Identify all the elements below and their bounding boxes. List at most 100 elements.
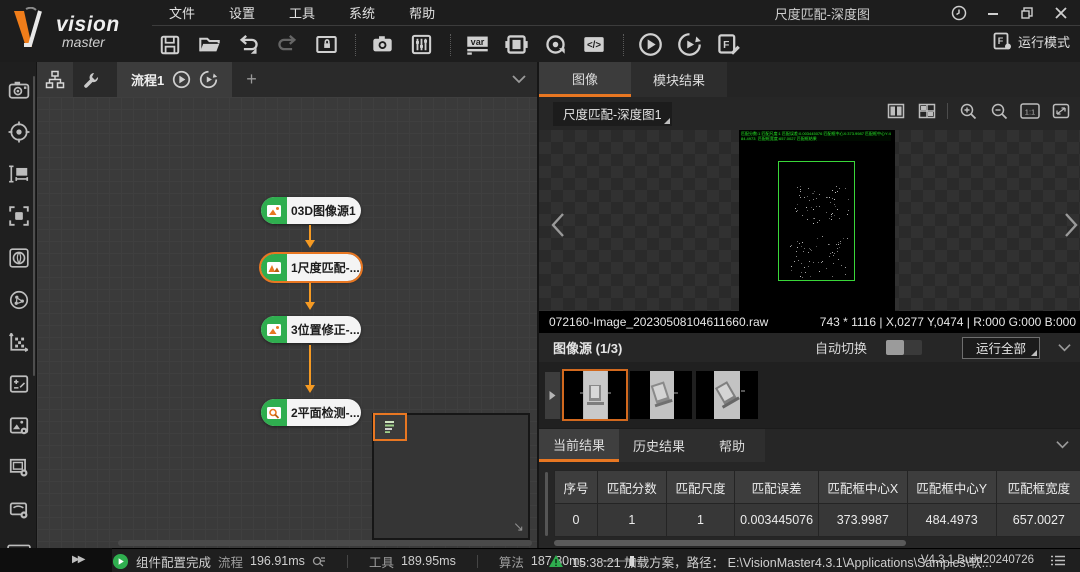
col-width[interactable]: 匹配框宽度 — [996, 471, 1080, 504]
node-label: 3位置修正-... — [287, 321, 360, 338]
toolbar-separator — [450, 34, 451, 56]
calculator-icon[interactable] — [4, 369, 33, 399]
menu-system[interactable]: 系统 — [332, 0, 392, 26]
scheme-edit-icon[interactable]: F — [710, 30, 746, 60]
run-mode-control[interactable]: F 运行模式 — [992, 31, 1070, 51]
fit-view-icon[interactable] — [1050, 100, 1072, 122]
col-index[interactable]: 序号 — [555, 471, 598, 504]
lock-window-icon[interactable] — [308, 30, 344, 60]
menu-tools[interactable]: 工具 — [272, 0, 332, 26]
minimize-button[interactable] — [982, 2, 1004, 24]
image-source-dropdown[interactable]: 尺度匹配-深度图1 — [553, 102, 672, 126]
cell-index: 0 — [555, 504, 598, 537]
flow-connector — [309, 345, 311, 390]
flow-group-handle[interactable] — [373, 413, 407, 441]
tab-current-result[interactable]: 当前结果 — [539, 429, 619, 462]
flow-node-scale-match[interactable]: 1尺度匹配-... — [261, 254, 361, 281]
flow-run-continuous-icon[interactable] — [199, 70, 218, 89]
menu-file[interactable]: 文件 — [152, 0, 212, 26]
col-error[interactable]: 匹配误差 — [735, 471, 818, 504]
col-score[interactable]: 匹配分数 — [597, 471, 666, 504]
thumbnail-2[interactable] — [630, 371, 692, 419]
grid-view-icon[interactable] — [916, 100, 938, 122]
expand-arrows-icon[interactable]: ▶▶ — [72, 554, 83, 565]
toolbar-separator — [623, 34, 624, 56]
flow-wrench-icon[interactable] — [73, 62, 109, 97]
thumbnail-expander[interactable] — [545, 372, 560, 419]
flow-node-plane-detect[interactable]: 2平面检测-... — [261, 399, 361, 426]
resize-handle-icon[interactable]: ↘ — [513, 519, 524, 535]
global-variable-icon[interactable]: var — [459, 30, 495, 60]
redo-icon[interactable] — [269, 30, 305, 60]
flow-node-position-fix[interactable]: 3位置修正-... — [261, 316, 361, 343]
zoom-in-icon[interactable] — [957, 100, 979, 122]
module-box-icon[interactable] — [498, 30, 534, 60]
image-viewer[interactable]: 匹配分数:1 匹配尺度:1 匹配误差:0.003445076 匹配框中心X:37… — [539, 130, 1080, 311]
menu-help[interactable]: 帮助 — [392, 0, 452, 26]
cell-error: 0.003445076 — [735, 504, 818, 537]
close-button[interactable] — [1050, 2, 1072, 24]
tab-module-result[interactable]: 模块结果 — [631, 62, 727, 97]
tab-image[interactable]: 图像 — [539, 62, 631, 97]
communication-target-icon[interactable] — [537, 30, 573, 60]
deep-learning-icon[interactable] — [4, 243, 33, 273]
auto-switch-toggle[interactable] — [886, 340, 922, 355]
image-settings-icon[interactable] — [4, 411, 33, 441]
run-all-dropdown[interactable]: 运行全部 — [962, 337, 1040, 359]
flow-time-value: 196.91ms — [250, 554, 305, 568]
source-collapse-chevron-icon[interactable] — [1057, 341, 1072, 354]
next-image-chevron-icon[interactable] — [1062, 212, 1080, 238]
tab-help[interactable]: 帮助 — [699, 429, 765, 462]
brand-name: vision — [56, 14, 120, 35]
flow-tab[interactable]: 流程1 — [117, 62, 232, 97]
zoom-1to1-icon[interactable]: 1:1 — [1019, 100, 1041, 122]
add-flow-icon[interactable]: + — [246, 69, 257, 90]
calibration-chart-icon[interactable] — [4, 327, 33, 357]
menu-settings[interactable]: 设置 — [212, 0, 272, 26]
run-once-icon[interactable] — [632, 30, 668, 60]
result-vertical-scrollbar[interactable] — [545, 472, 548, 536]
flow-list-chevron-icon[interactable] — [511, 72, 527, 86]
measure-icon[interactable] — [4, 159, 33, 189]
window-settings-icon[interactable] — [4, 453, 33, 483]
prev-image-chevron-icon[interactable] — [549, 212, 567, 238]
capture-settings-icon[interactable] — [4, 495, 33, 525]
main-toolbar: var </> F — [152, 27, 1080, 62]
table-row[interactable]: 0 1 1 0.003445076 373.9987 484.4973 657.… — [555, 504, 1080, 537]
split-columns-icon[interactable] — [885, 100, 907, 122]
thumbnail-1[interactable] — [564, 371, 626, 419]
flow-node-image-source[interactable]: 03D图像源1 — [261, 197, 361, 224]
acquisition-camera-icon[interactable] — [4, 75, 33, 105]
undo-icon[interactable] — [230, 30, 266, 60]
result-horizontal-scrollbar[interactable] — [554, 540, 906, 546]
locate-crosshair-icon[interactable] — [4, 117, 33, 147]
sidebar-scrollbar[interactable] — [33, 76, 35, 376]
result-collapse-chevron-icon[interactable] — [1055, 438, 1070, 451]
time-detail-icon[interactable] — [312, 555, 326, 567]
3d-sphere-icon[interactable] — [4, 285, 33, 315]
flow-hierarchy-icon[interactable] — [37, 62, 73, 97]
performance-clock-icon[interactable] — [948, 2, 970, 24]
code-glyph: </> — [587, 40, 601, 51]
restore-button[interactable] — [1016, 2, 1038, 24]
tab-history-result[interactable]: 历史结果 — [619, 429, 699, 462]
col-centerx[interactable]: 匹配框中心X — [818, 471, 907, 504]
flow-canvas[interactable]: 03D图像源1 1尺度匹配-... 3位置修正-... — [37, 97, 537, 548]
run-continuous-icon[interactable] — [671, 30, 707, 60]
thumbnail-3[interactable] — [696, 371, 758, 419]
svg-text:F: F — [998, 36, 1004, 46]
flow-run-once-icon[interactable] — [172, 70, 191, 89]
open-folder-icon[interactable] — [191, 30, 227, 60]
recognition-focus-icon[interactable] — [4, 201, 33, 231]
flow-horizontal-scrollbar[interactable] — [118, 540, 532, 546]
script-code-icon[interactable]: </> — [576, 30, 612, 60]
status-play-icon[interactable] — [112, 553, 129, 570]
save-icon[interactable] — [152, 30, 188, 60]
camera-capture-icon[interactable] — [364, 30, 400, 60]
log-list-icon[interactable] — [1050, 554, 1066, 567]
adjust-sliders-icon[interactable] — [403, 30, 439, 60]
col-scale[interactable]: 匹配尺度 — [666, 471, 735, 504]
col-centery[interactable]: 匹配框中心Y — [907, 471, 996, 504]
image-info-bar: 072160-Image_20230508104611660.raw 743 *… — [539, 311, 1080, 333]
zoom-out-icon[interactable] — [988, 100, 1010, 122]
